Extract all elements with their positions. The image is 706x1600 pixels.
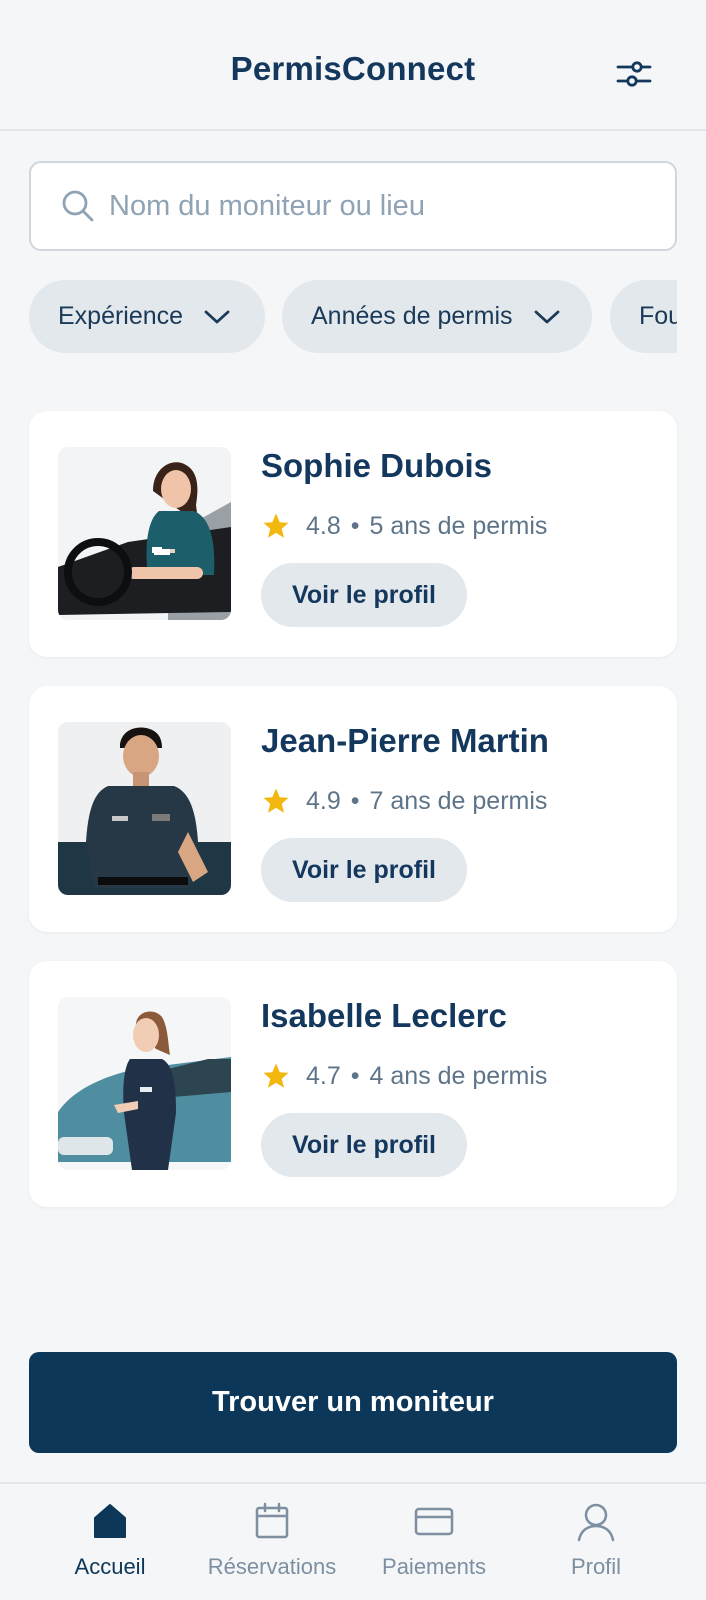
star-icon	[261, 511, 291, 541]
nav-item-accueil[interactable]: Accueil	[30, 1484, 190, 1600]
license-years: 4 ans de permis	[369, 1061, 548, 1090]
instructor-name: Isabelle Leclerc	[261, 997, 507, 1034]
instructor-name: Jean-Pierre Martin	[261, 722, 549, 759]
nav-item-reservations[interactable]: Réservations	[192, 1484, 352, 1600]
meta-separator: •	[350, 511, 360, 540]
instructor-card: Isabelle Leclerc 4.7 • 4 ans de permis V…	[29, 961, 677, 1207]
search-box[interactable]	[29, 161, 677, 251]
instructor-meta: 4.9 • 7 ans de permis	[261, 781, 547, 821]
filter-chip-experience[interactable]: Expérience	[29, 280, 265, 353]
star-icon	[261, 1061, 291, 1091]
instructor-meta: 4.7 • 4 ans de permis	[261, 1056, 547, 1096]
filter-chip-annees-permis[interactable]: Années de permis	[282, 280, 592, 353]
filter-settings-button[interactable]	[608, 52, 660, 96]
star-icon	[261, 786, 291, 816]
instructor-photo	[58, 447, 231, 620]
find-instructor-button[interactable]: Trouver un moniteur	[29, 1352, 677, 1453]
filter-chip-label: Expérience	[58, 302, 184, 330]
view-profile-button[interactable]: Voir le profil	[261, 1113, 467, 1177]
nav-item-paiements[interactable]: Paiements	[354, 1484, 514, 1600]
home-icon	[30, 1502, 190, 1542]
chevron-down-icon	[201, 307, 233, 327]
sliders-icon	[616, 59, 652, 89]
view-profile-button[interactable]: Voir le profil	[261, 838, 467, 902]
nav-item-profil[interactable]: Profil	[516, 1484, 676, 1600]
instructor-photo	[58, 722, 231, 895]
user-icon	[516, 1502, 676, 1542]
filter-chip-label: Années de permis	[311, 302, 513, 330]
chevron-down-icon	[531, 307, 563, 327]
license-years: 5 ans de permis	[369, 511, 548, 540]
meta-separator: •	[350, 786, 360, 815]
bottom-nav: Accueil Réservations Paiements Profil	[0, 1482, 706, 1600]
instructor-card: Jean-Pierre Martin 4.9 • 7 ans de permis…	[29, 686, 677, 932]
instructor-name: Sophie Dubois	[261, 447, 492, 484]
filter-chip-fourchette[interactable]: Fou	[610, 280, 677, 353]
search-icon	[61, 189, 95, 223]
license-years: 7 ans de permis	[369, 786, 548, 815]
rating-value: 4.8	[306, 511, 341, 540]
search-input[interactable]	[109, 176, 629, 236]
instructor-meta: 4.8 • 5 ans de permis	[261, 506, 547, 546]
nav-label: Profil	[570, 1554, 622, 1579]
nav-label: Réservations	[207, 1554, 337, 1579]
meta-separator: •	[350, 1061, 360, 1090]
filter-chip-label: Fou	[639, 302, 677, 330]
app-header: PermisConnect	[0, 0, 706, 131]
rating-value: 4.9	[306, 786, 341, 815]
nav-label: Accueil	[74, 1554, 146, 1579]
filter-chips: Expérience Années de permis Fou	[29, 280, 677, 354]
nav-label: Paiements	[382, 1554, 486, 1579]
rating-value: 4.7	[306, 1061, 341, 1090]
app-title: PermisConnect	[230, 50, 476, 87]
instructor-photo	[58, 997, 231, 1170]
instructor-card: Sophie Dubois 4.8 • 5 ans de permis Voir…	[29, 411, 677, 657]
calendar-icon	[192, 1502, 352, 1542]
view-profile-button[interactable]: Voir le profil	[261, 563, 467, 627]
card-icon	[354, 1502, 514, 1542]
